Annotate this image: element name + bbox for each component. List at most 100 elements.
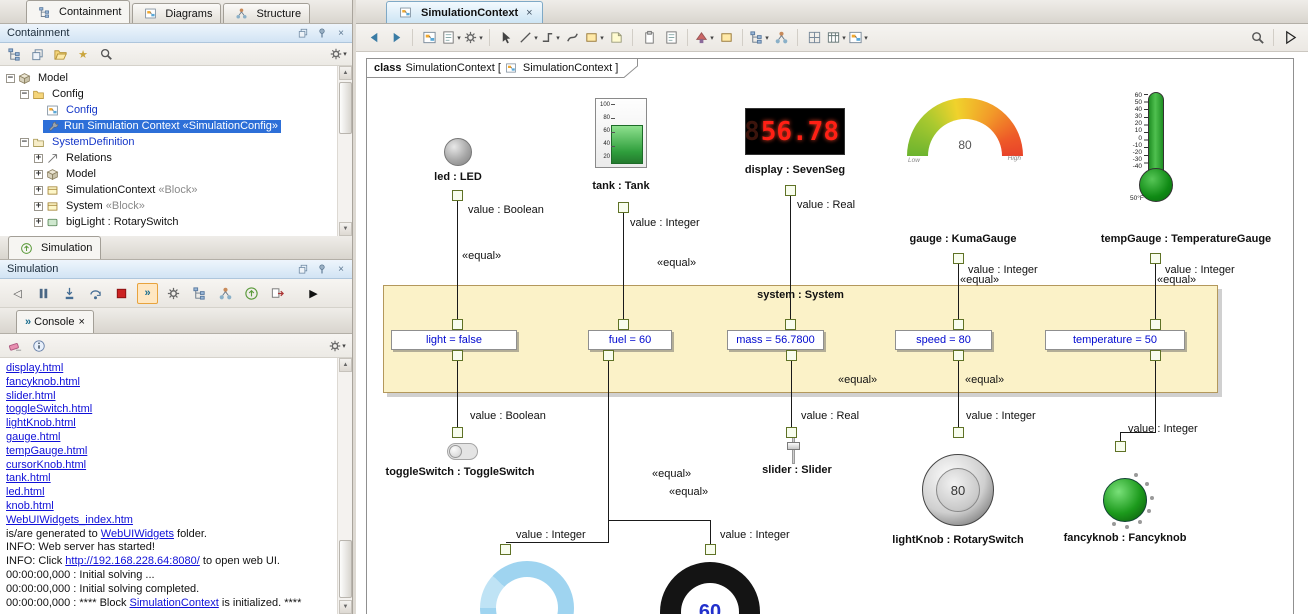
specification-icon[interactable]: ▾ [463, 28, 483, 48]
path-tool-icon[interactable]: ▾ [540, 28, 560, 48]
close-console-icon[interactable]: × [78, 316, 84, 328]
console-link[interactable]: SimulationContext [130, 597, 219, 609]
diagram-canvas[interactable]: class SimulationContext [ SimulationCont… [356, 52, 1308, 614]
step-into-icon[interactable] [59, 283, 80, 304]
mass-top-port[interactable] [785, 319, 796, 330]
dial-port[interactable] [705, 544, 716, 555]
tree-item-model[interactable]: − Model [0, 70, 336, 86]
connector-light-toggle[interactable] [457, 361, 458, 427]
expand-icon[interactable]: + [34, 186, 43, 195]
tree-item-biglight[interactable]: + bigLight : RotarySwitch [0, 214, 336, 230]
tempgauge-widget[interactable]: 6050403020100-10-20-30-40 50°F [1112, 88, 1232, 208]
open-in-containment-icon[interactable] [51, 45, 69, 63]
mass-bottom-port[interactable] [786, 350, 797, 361]
donut-port[interactable] [500, 544, 511, 555]
fill-color-icon[interactable] [716, 28, 736, 48]
clear-console-icon[interactable] [6, 337, 24, 355]
table-icon[interactable]: ▾ [826, 28, 846, 48]
info-icon[interactable] [30, 337, 48, 355]
console-link[interactable]: WebUIWidgets [101, 528, 174, 540]
temperature-top-port[interactable] [1150, 319, 1161, 330]
back-icon[interactable] [364, 28, 384, 48]
document-dropdown-icon[interactable]: ▾ [441, 28, 461, 48]
copy-icon[interactable] [661, 28, 681, 48]
legend-icon[interactable]: ▾ [848, 28, 868, 48]
diagrams-icon[interactable] [419, 28, 439, 48]
value-fuel[interactable]: fuel = 60 [588, 330, 672, 350]
connector-mass-slider[interactable] [791, 361, 792, 427]
selection-tool-icon[interactable] [496, 28, 516, 48]
value-temperature[interactable]: temperature = 50 [1045, 330, 1185, 350]
console-settings-icon[interactable]: ▾ [328, 337, 346, 355]
tab-diagrams[interactable]: Diagrams [132, 3, 221, 23]
value-mass[interactable]: mass = 56.7800 [727, 330, 824, 350]
toggleswitch-widget[interactable] [447, 443, 478, 460]
tab-simulation[interactable]: Simulation [8, 236, 101, 259]
tab-structure[interactable]: Structure [223, 3, 310, 23]
relations-display-icon[interactable] [771, 28, 791, 48]
paste-icon[interactable] [639, 28, 659, 48]
pin-panel-icon[interactable] [314, 26, 330, 41]
scrollbar-thumb[interactable] [339, 82, 352, 134]
fuel-top-port[interactable] [618, 319, 629, 330]
tree-scrollbar[interactable]: ▲ ▼ [337, 66, 352, 236]
fancy-port[interactable] [1115, 441, 1126, 452]
tank-widget[interactable]: 10080604020 [595, 98, 647, 168]
collapse-icon[interactable]: − [6, 74, 15, 83]
value-light[interactable]: light = false [391, 330, 517, 350]
connector-fuel-donut[interactable] [506, 542, 609, 543]
note-tool-icon[interactable] [606, 28, 626, 48]
expand-icon[interactable]: + [34, 202, 43, 211]
temperature-bottom-port[interactable] [1150, 350, 1161, 361]
tree-item-system[interactable]: + System «Block» [0, 198, 336, 214]
tree-item-relations[interactable]: + Relations [0, 150, 336, 166]
value-speed[interactable]: speed = 80 [895, 330, 992, 350]
connector-fuel-dial[interactable] [710, 520, 711, 544]
tab-console[interactable]: » Console × [16, 310, 94, 333]
curve-tool-icon[interactable] [562, 28, 582, 48]
scroll-up-icon[interactable]: ▲ [339, 358, 352, 372]
collapse-icon[interactable]: − [20, 90, 29, 99]
sessions-icon[interactable] [215, 283, 236, 304]
scroll-up-icon[interactable]: ▲ [339, 66, 352, 80]
close-panel-icon[interactable]: × [333, 26, 349, 41]
search-icon[interactable] [97, 45, 115, 63]
connector-temperature-fancy[interactable] [1155, 361, 1156, 432]
connector-display-mass[interactable] [790, 196, 791, 319]
console-link[interactable]: WebUIWidgets_index.htm [6, 514, 133, 526]
display-port[interactable] [785, 185, 796, 196]
console-link[interactable]: cursorKnob.html [6, 459, 86, 471]
connector-gauge-speed[interactable] [958, 264, 959, 319]
collapse-icon[interactable]: − [20, 138, 29, 147]
toggle-port[interactable] [452, 427, 463, 438]
light-top-port[interactable] [452, 319, 463, 330]
console-link[interactable]: toggleSwitch.html [6, 403, 92, 415]
variables-icon[interactable] [189, 283, 210, 304]
terminate-icon[interactable] [111, 283, 132, 304]
scrollbar-thumb[interactable] [339, 540, 352, 598]
speed-bottom-port[interactable] [953, 350, 964, 361]
console-link[interactable]: slider.html [6, 390, 56, 402]
sevenseg-widget[interactable]: 856.78 [745, 108, 845, 155]
connector-temp-temperature[interactable] [1155, 264, 1156, 319]
expand-icon[interactable]: + [34, 218, 43, 227]
connector-temperature-fancy[interactable] [1120, 432, 1121, 441]
led-widget[interactable] [444, 138, 472, 166]
rotaryswitch-widget[interactable]: 80 [922, 454, 994, 526]
console-scrollbar[interactable]: ▲ ▼ [337, 358, 352, 614]
expand-icon[interactable]: + [34, 170, 43, 179]
slider-widget[interactable] [785, 436, 803, 464]
restore-panel-icon[interactable] [295, 262, 311, 277]
console-link[interactable]: http://192.168.228.64:8080/ [65, 555, 200, 567]
fancyknob-widget[interactable] [1103, 478, 1147, 522]
slider-port[interactable] [786, 427, 797, 438]
export-icon[interactable] [267, 283, 288, 304]
restore-panel-icon[interactable] [295, 26, 311, 41]
console-view-icon[interactable]: » [137, 283, 158, 304]
tab-simulationcontext-diagram[interactable]: SimulationContext × [386, 1, 543, 23]
close-diagram-icon[interactable]: × [526, 7, 532, 19]
format-painter-icon[interactable]: ▾ [694, 28, 714, 48]
gauge-port[interactable] [953, 253, 964, 264]
tree-item-systemdefinition[interactable]: − SystemDefinition [0, 134, 336, 150]
pause-icon[interactable] [33, 283, 54, 304]
